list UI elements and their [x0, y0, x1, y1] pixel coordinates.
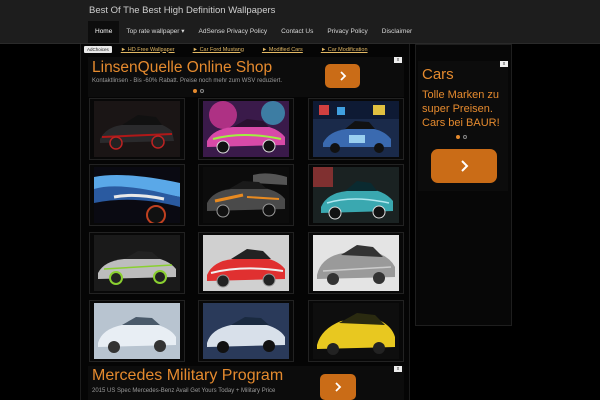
car-wallpaper-image — [203, 303, 289, 359]
thumbnail-6[interactable] — [313, 167, 399, 223]
main-nav: Home Top rate wallpaper ▾ AdSense Privac… — [88, 21, 419, 43]
thumbnail-cell — [308, 98, 404, 160]
ad-title[interactable]: LinsenQuelle Online Shop — [92, 59, 272, 77]
top-banner-ad[interactable]: LinsenQuelle Online Shop Kontaktlinsen -… — [88, 57, 404, 97]
thumbnail-cell — [89, 300, 185, 362]
carousel-dot[interactable] — [463, 135, 467, 139]
car-wallpaper-image — [94, 235, 180, 291]
thumbnail-1[interactable] — [94, 101, 180, 157]
thumbnail-cell — [198, 164, 294, 226]
ad-close-button[interactable]: x — [394, 57, 402, 63]
ad-subtitle: Kontaktlinsen - Bis -60% Rabatt. Preise … — [92, 78, 283, 84]
carousel-dot[interactable] — [456, 135, 460, 139]
car-wallpaper-image — [203, 167, 289, 223]
thumbnail-cell — [308, 164, 404, 226]
thumbnail-10[interactable] — [94, 303, 180, 359]
thumbnail-5[interactable] — [203, 167, 289, 223]
car-wallpaper-image — [203, 235, 289, 291]
thumbnail-cell — [89, 98, 185, 160]
thumbnail-7[interactable] — [94, 235, 180, 291]
bottom-ad-close-button[interactable]: x — [394, 366, 402, 372]
sidebar-ad-text: Tolle Marken zu super Preisen. Cars bei … — [422, 89, 500, 129]
site-title[interactable]: Best Of The Best High Definition Wallpap… — [89, 5, 275, 16]
thumbnail-9[interactable] — [313, 235, 399, 291]
bottom-ad-subtitle: 2015 US Spec Mercedes-Benz Avail Get You… — [92, 388, 276, 394]
carousel-dot[interactable] — [193, 89, 197, 93]
carousel-dot[interactable] — [200, 89, 204, 93]
ad-link-car-modification[interactable]: ► Car Modification — [321, 47, 368, 53]
ad-link-car-ford-mustang[interactable]: ► Car Ford Mustang — [193, 47, 244, 53]
ad-link-hd-free-wallpaper[interactable]: ► HD Free Wallpaper — [121, 47, 175, 53]
ad-open-button[interactable] — [325, 64, 360, 88]
thumbnail-cell — [198, 98, 294, 160]
nav-adsense-privacy-policy[interactable]: AdSense Privacy Policy — [192, 21, 275, 43]
thumbnail-cell — [198, 232, 294, 294]
car-wallpaper-image — [94, 303, 180, 359]
thumbnail-cell — [198, 300, 294, 362]
car-wallpaper-image — [203, 101, 289, 157]
nav-privacy-policy[interactable]: Privacy Policy — [320, 21, 374, 43]
car-wallpaper-image — [94, 101, 180, 157]
bottom-ad-open-button[interactable] — [320, 374, 356, 400]
nav-disclaimer[interactable]: Disclaimer — [375, 21, 419, 43]
car-wallpaper-image — [313, 303, 399, 359]
thumbnail-cell — [308, 232, 404, 294]
nav-contact-us[interactable]: Contact Us — [274, 21, 320, 43]
nav-top-rate-wallpaper[interactable]: Top rate wallpaper ▾ — [119, 21, 191, 43]
sidebar-ad-open-button[interactable] — [431, 149, 497, 183]
sidebar-ad-close-button[interactable]: x — [500, 61, 508, 67]
bottom-ad-title[interactable]: Mercedes Military Program — [92, 367, 283, 385]
bottom-banner-ad[interactable]: Mercedes Military Program 2015 US Spec M… — [88, 366, 404, 400]
page: Best Of The Best High Definition Wallpap… — [0, 0, 600, 400]
thumbnail-11[interactable] — [203, 303, 289, 359]
thumbnail-cell — [89, 232, 185, 294]
car-wallpaper-image — [313, 101, 399, 157]
ad-link-modified-cars[interactable]: ► Modified Cars — [262, 47, 303, 53]
car-wallpaper-image — [313, 167, 399, 223]
thumbnail-3[interactable] — [313, 101, 399, 157]
chevron-right-icon — [339, 71, 346, 81]
thumbnail-8[interactable] — [203, 235, 289, 291]
thumbnail-4[interactable] — [94, 167, 180, 223]
car-wallpaper-image — [313, 235, 399, 291]
ad-link-bar: AdChoices ► HD Free Wallpaper ► Car Ford… — [84, 45, 386, 54]
thumbnail-cell — [89, 164, 185, 226]
site-header: Best Of The Best High Definition Wallpap… — [0, 0, 600, 44]
thumbnail-2[interactable] — [203, 101, 289, 157]
chevron-right-icon — [461, 160, 469, 172]
carousel-dots — [193, 89, 204, 93]
sidebar-carousel-dots — [456, 135, 467, 139]
sidebar-ad-title[interactable]: Cars — [422, 66, 454, 83]
thumbnail-12[interactable] — [313, 303, 399, 359]
thumbnail-cell — [308, 300, 404, 362]
chevron-right-icon — [335, 382, 342, 392]
adchoices-badge[interactable]: AdChoices — [84, 46, 112, 53]
car-wallpaper-image — [94, 167, 180, 223]
nav-home[interactable]: Home — [88, 21, 120, 43]
